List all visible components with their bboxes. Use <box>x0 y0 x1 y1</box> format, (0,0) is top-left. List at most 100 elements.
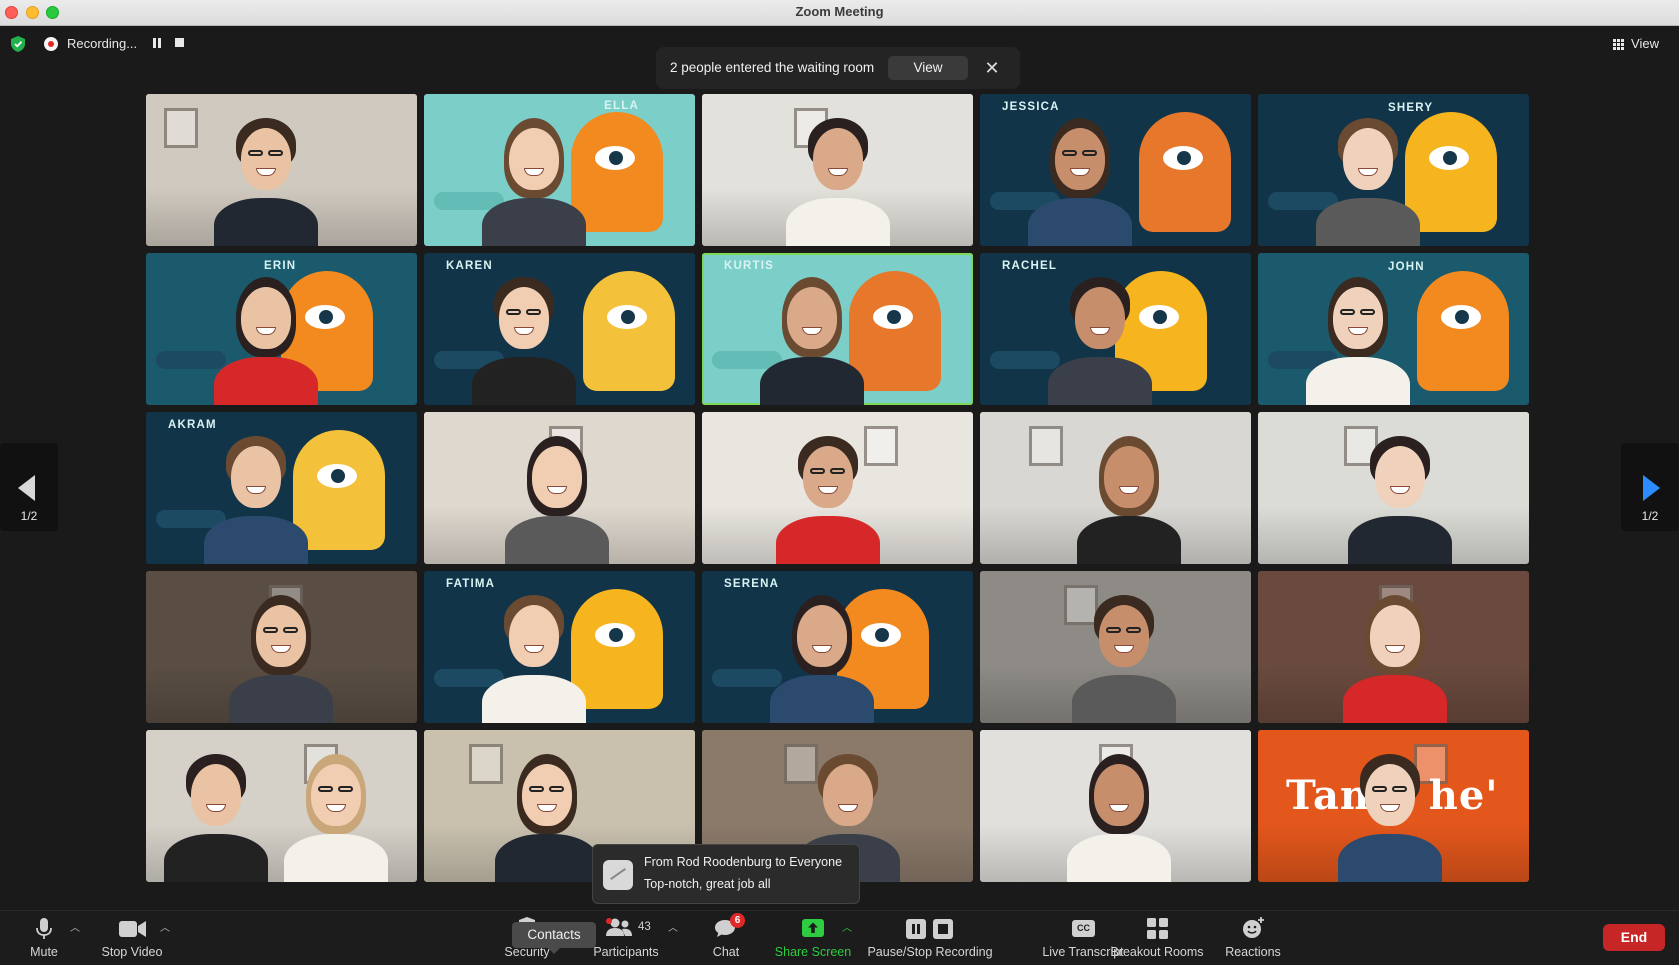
meeting-toolbar: Mute ︿ Stop Video ︿ Security 43 Particip… <box>0 910 1679 964</box>
previous-page-button[interactable]: 1/2 <box>0 443 58 531</box>
participant-name-label: ERIN <box>264 260 297 272</box>
participant-body <box>229 675 333 723</box>
microphone-icon <box>36 918 52 939</box>
participant-body <box>1028 198 1132 246</box>
cloud-decoration <box>156 351 226 369</box>
participant-video-tile[interactable] <box>146 94 417 246</box>
participant-video-tile[interactable]: SERENA <box>702 571 973 723</box>
close-notification-icon[interactable]: ✕ <box>980 56 1004 80</box>
participant-video-tile[interactable]: JOHN <box>1258 253 1529 405</box>
participant-video-tile[interactable] <box>146 571 417 723</box>
chat-button[interactable]: 6 Chat <box>702 911 750 965</box>
participant-body <box>776 516 880 564</box>
participant-face <box>1055 128 1105 190</box>
view-waiting-room-button[interactable]: View <box>888 56 968 80</box>
mascot-illustration <box>571 589 663 709</box>
participant-video-tile[interactable]: FATIMA <box>424 571 695 723</box>
participant-body <box>1348 516 1452 564</box>
participant-video-tile[interactable] <box>980 412 1251 564</box>
arrow-left-icon <box>18 475 35 501</box>
share-screen-label: Share Screen <box>774 945 852 959</box>
participant-face <box>797 605 847 667</box>
participant-face <box>522 764 572 826</box>
participant-body <box>1067 834 1171 882</box>
participant-name-label: AKRAM <box>168 419 217 431</box>
participant-video-tile[interactable]: KAREN <box>424 253 695 405</box>
participant-name-label: SHERY <box>1388 102 1434 114</box>
participant-video-tile[interactable] <box>1258 571 1529 723</box>
wall-frame-decoration <box>164 108 198 148</box>
next-page-button[interactable]: 1/2 <box>1621 443 1679 531</box>
pause-stop-recording-button[interactable]: Pause/Stop Recording <box>866 911 994 965</box>
mascot-illustration <box>293 430 385 550</box>
participant-video-tile[interactable] <box>980 571 1251 723</box>
participant-body <box>164 834 268 882</box>
breakout-rooms-label: Breakout Rooms <box>1110 945 1204 959</box>
participant-video-tile[interactable] <box>980 730 1251 882</box>
chat-unread-badge: 6 <box>730 913 745 928</box>
breakout-rooms-button[interactable]: Breakout Rooms <box>1110 911 1204 965</box>
participant-video-tile[interactable]: ERIN <box>146 253 417 405</box>
participant-video-tile[interactable]: Tang he' <box>1258 730 1529 882</box>
participant-face <box>499 287 549 349</box>
mute-label: Mute <box>30 945 58 959</box>
participant-video-tile[interactable] <box>702 94 973 246</box>
participant-video-tile[interactable]: ELLA <box>424 94 695 246</box>
participant-video-tile[interactable]: KURTIS <box>702 253 973 405</box>
participant-body <box>1343 675 1447 723</box>
participant-face <box>1094 764 1144 826</box>
participant-body <box>482 198 586 246</box>
mascot-illustration <box>583 271 675 391</box>
video-options-chevron-icon[interactable]: ︿ <box>160 919 170 934</box>
participant-face <box>1104 446 1154 508</box>
mascot-illustration <box>1405 112 1497 232</box>
participant-video-tile[interactable] <box>1258 412 1529 564</box>
pause-stop-icon <box>906 919 953 939</box>
end-meeting-button[interactable]: End <box>1603 924 1665 951</box>
participant-face <box>1370 605 1420 667</box>
participant-face <box>241 128 291 190</box>
participant-face <box>241 287 291 349</box>
participant-video-tile[interactable]: JESSICA <box>980 94 1251 246</box>
participant-video-tile[interactable] <box>424 412 695 564</box>
participants-options-chevron-icon[interactable]: ︿ <box>668 919 678 934</box>
participant-face <box>231 446 281 508</box>
participant-video-tile[interactable]: AKRAM <box>146 412 417 564</box>
security-shield-icon[interactable] <box>11 36 25 52</box>
participants-alert-dot <box>606 918 612 924</box>
participant-face <box>803 446 853 508</box>
recording-status: Recording... <box>67 36 138 51</box>
participant-body <box>482 675 586 723</box>
participant-video-tile[interactable]: RACHEL <box>980 253 1251 405</box>
view-layout-label: View <box>1631 36 1659 51</box>
participant-body <box>284 834 388 882</box>
cloud-decoration <box>712 669 782 687</box>
wall-frame-decoration <box>1064 585 1098 625</box>
share-options-chevron-icon[interactable]: ︿ <box>842 919 852 934</box>
participant-video-tile[interactable] <box>702 412 973 564</box>
participant-video-tile[interactable]: SHERY <box>1258 94 1529 246</box>
closed-caption-icon: CC <box>1072 920 1095 937</box>
zoom-window: Zoom Meeting Recording... View 2 people … <box>0 0 1679 964</box>
pause-recording-icon[interactable] <box>152 38 162 48</box>
contacts-tooltip: Contacts <box>512 922 596 954</box>
chat-message-preview[interactable]: From Rod Roodenburg to Everyone Top-notc… <box>592 844 860 904</box>
stop-video-label: Stop Video <box>101 945 163 959</box>
participant-name-label: KAREN <box>446 260 493 272</box>
view-layout-button[interactable]: View <box>1609 34 1665 54</box>
participant-body <box>1048 357 1152 405</box>
participant-name-label: SERENA <box>724 578 780 590</box>
participant-video-tile[interactable] <box>146 730 417 882</box>
participant-face <box>1099 605 1149 667</box>
audio-options-chevron-icon[interactable]: ︿ <box>70 919 80 934</box>
reactions-button[interactable]: Reactions <box>1222 911 1284 965</box>
participant-body <box>786 198 890 246</box>
pause-stop-recording-label: Pause/Stop Recording <box>867 945 993 959</box>
mute-button[interactable]: Mute <box>18 911 70 965</box>
participant-body <box>760 357 864 405</box>
title-bar: Zoom Meeting <box>0 0 1679 26</box>
participants-button[interactable]: 43 Participants <box>590 911 662 965</box>
participant-face <box>1333 287 1383 349</box>
stop-recording-icon[interactable] <box>175 38 184 47</box>
stop-video-button[interactable]: Stop Video <box>96 911 168 965</box>
